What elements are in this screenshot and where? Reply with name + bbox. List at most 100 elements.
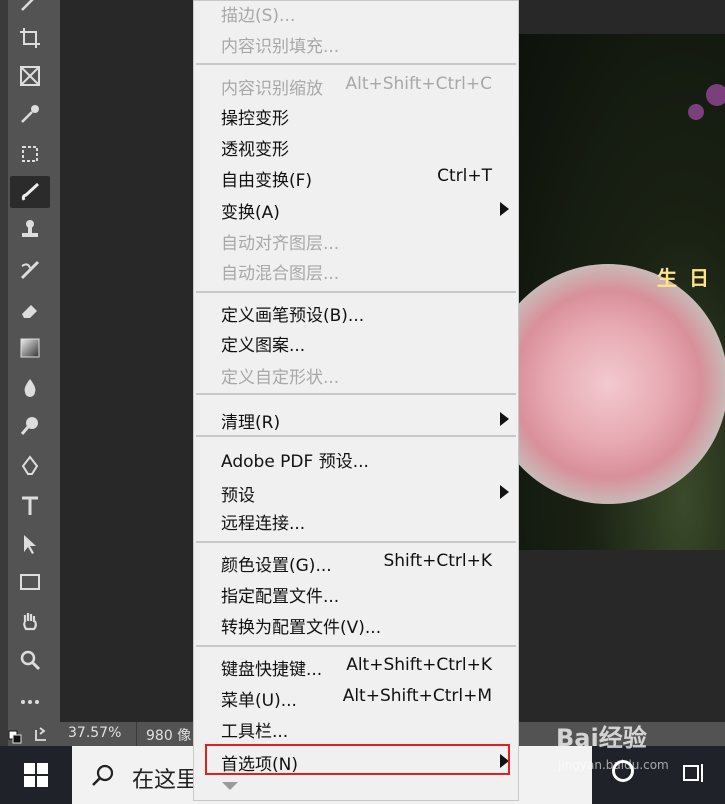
menu-item-16[interactable]: 颜色设置(G)... Shift+Ctrl+K xyxy=(194,547,518,577)
menu-item-12[interactable]: 清理(R) xyxy=(194,404,518,434)
dodge-tool[interactable] xyxy=(10,410,50,442)
menu-item-0: 描边(S)... xyxy=(194,0,518,27)
menu-item-label: 自动混合图层... xyxy=(221,264,340,284)
menu-item-5[interactable]: 自由变换(F) Ctrl+T xyxy=(194,162,518,192)
ellipsis-icon xyxy=(21,700,39,704)
zoom-tool[interactable] xyxy=(10,644,50,676)
watermark-logo: Bai经验 xyxy=(556,724,647,752)
menu-separator xyxy=(196,435,516,437)
start-button[interactable] xyxy=(0,746,72,804)
menu-item-label: 指定配置文件... xyxy=(221,587,340,607)
tool-partial[interactable] xyxy=(10,0,50,18)
menu-item-shortcut: Shift+Ctrl+K xyxy=(383,551,492,571)
menu-item-shortcut: Alt+Shift+Ctrl+K xyxy=(346,655,492,675)
crop-tool[interactable] xyxy=(10,22,50,54)
menu-item-8: 自动混合图层... xyxy=(194,255,518,285)
flower-decoration xyxy=(688,104,704,120)
brush-tool[interactable] xyxy=(10,176,50,208)
highlight-annotation xyxy=(205,744,510,775)
toolbar-gripper xyxy=(0,0,8,746)
menu-item-10[interactable]: 定义图案... xyxy=(194,327,518,357)
pen-tool[interactable] xyxy=(10,450,50,482)
windows-logo-icon xyxy=(24,763,48,787)
menu-item-6[interactable]: 变换(A) xyxy=(194,194,518,224)
menu-item-label: 转换为配置文件(V)... xyxy=(221,618,382,638)
menu-item-label: 内容识别缩放 xyxy=(221,79,323,99)
menu-item-18[interactable]: 转换为配置文件(V)... xyxy=(194,609,518,639)
menu-separator xyxy=(196,645,516,647)
rectangle-tool[interactable] xyxy=(10,566,50,598)
menu-item-shortcut: Alt+Shift+Ctrl+C xyxy=(345,74,492,94)
menu-item-label: 自由变换(F) xyxy=(221,171,313,191)
menu-item-label: 描边(S)... xyxy=(221,6,296,26)
color-swatches[interactable] xyxy=(8,726,52,748)
menu-item-label: 键盘快捷键... xyxy=(221,660,323,680)
menu-item-21[interactable]: 工具栏... xyxy=(194,713,518,743)
search-icon xyxy=(92,764,114,786)
menu-item-15[interactable]: 远程连接... xyxy=(194,505,518,535)
eyedropper-tool[interactable] xyxy=(10,98,50,130)
gradient-icon xyxy=(20,338,40,358)
submenu-arrow-icon xyxy=(500,485,509,499)
menu-item-9[interactable]: 定义画笔预设(B)... xyxy=(194,297,518,327)
pencil-icon xyxy=(21,0,34,11)
menu-item-label: 内容识别填充... xyxy=(221,37,340,57)
stamp-icon xyxy=(22,220,38,237)
menu-item-label: 定义图案... xyxy=(221,336,306,356)
status-separator xyxy=(136,722,137,746)
type-icon xyxy=(22,496,38,515)
eraser-tool[interactable] xyxy=(10,294,50,326)
gradient-tool[interactable] xyxy=(10,332,50,364)
menu-item-label: 预设 xyxy=(221,486,255,506)
menu-item-label: 定义自定形状... xyxy=(221,368,340,388)
menu-item-label: 操控变形 xyxy=(221,109,289,129)
menu-item-14[interactable]: 预设 xyxy=(194,477,518,507)
type-tool[interactable] xyxy=(10,490,50,522)
menu-separator xyxy=(196,541,516,543)
menu-item-label: Adobe PDF 预设... xyxy=(221,452,369,472)
menu-item-label: 颜色设置(G)... xyxy=(221,556,332,576)
magnifier-icon xyxy=(20,650,41,671)
menu-item-1: 内容识别填充... xyxy=(194,28,518,58)
menu-item-11: 定义自定形状... xyxy=(194,359,518,389)
menu-item-label: 清理(R) xyxy=(221,413,281,433)
menu-item-20[interactable]: 菜单(U)... Alt+Shift+Ctrl+M xyxy=(194,682,518,712)
menu-item-3[interactable]: 操控变形 xyxy=(194,100,518,130)
menu-item-4[interactable]: 透视变形 xyxy=(194,131,518,161)
pen-icon xyxy=(21,455,39,475)
frame-icon xyxy=(20,66,40,86)
crop-icon xyxy=(20,28,40,48)
submenu-arrow-icon xyxy=(500,412,509,426)
menu-separator xyxy=(196,291,516,293)
menu-item-label: 菜单(U)... xyxy=(221,691,297,711)
blur-tool[interactable] xyxy=(10,372,50,404)
menu-item-label: 远程连接... xyxy=(221,514,306,534)
patch-icon xyxy=(22,146,38,162)
submenu-arrow-icon xyxy=(500,202,509,216)
menu-item-13[interactable]: Adobe PDF 预设... xyxy=(194,443,518,473)
tools-panel xyxy=(0,0,60,746)
droplet-icon xyxy=(24,379,36,397)
menu-item-shortcut: Alt+Shift+Ctrl+M xyxy=(342,686,492,706)
watermark: Bai经验 jingyan.baidu.com xyxy=(556,718,669,772)
stamp-tool[interactable] xyxy=(10,214,50,246)
menu-item-label: 定义画笔预设(B)... xyxy=(221,306,365,326)
task-view-icon[interactable] xyxy=(682,760,708,786)
eyedropper-icon xyxy=(21,105,39,123)
rectangle-icon xyxy=(20,574,40,590)
menu-item-17[interactable]: 指定配置文件... xyxy=(194,578,518,608)
zoom-level[interactable]: 37.57% xyxy=(68,725,121,741)
document-info[interactable]: 980 像 xyxy=(146,725,191,745)
path-selection-tool[interactable] xyxy=(10,528,50,560)
spot-healing-tool[interactable] xyxy=(10,138,50,170)
edit-menu: 描边(S)... 内容识别填充... 内容识别缩放 Alt+Shift+Ctrl+C 操… xyxy=(193,0,519,801)
hand-icon xyxy=(23,613,37,631)
scroll-down-arrow-icon[interactable] xyxy=(222,782,238,790)
history-brush-tool[interactable] xyxy=(10,254,50,286)
more-tools[interactable] xyxy=(10,684,50,716)
swap-colors-icon xyxy=(8,727,46,744)
frame-tool[interactable] xyxy=(10,60,50,92)
hand-tool[interactable] xyxy=(10,606,50,638)
menu-item-19[interactable]: 键盘快捷键... Alt+Shift+Ctrl+K xyxy=(194,651,518,681)
menu-item-shortcut: Ctrl+T xyxy=(437,166,492,186)
